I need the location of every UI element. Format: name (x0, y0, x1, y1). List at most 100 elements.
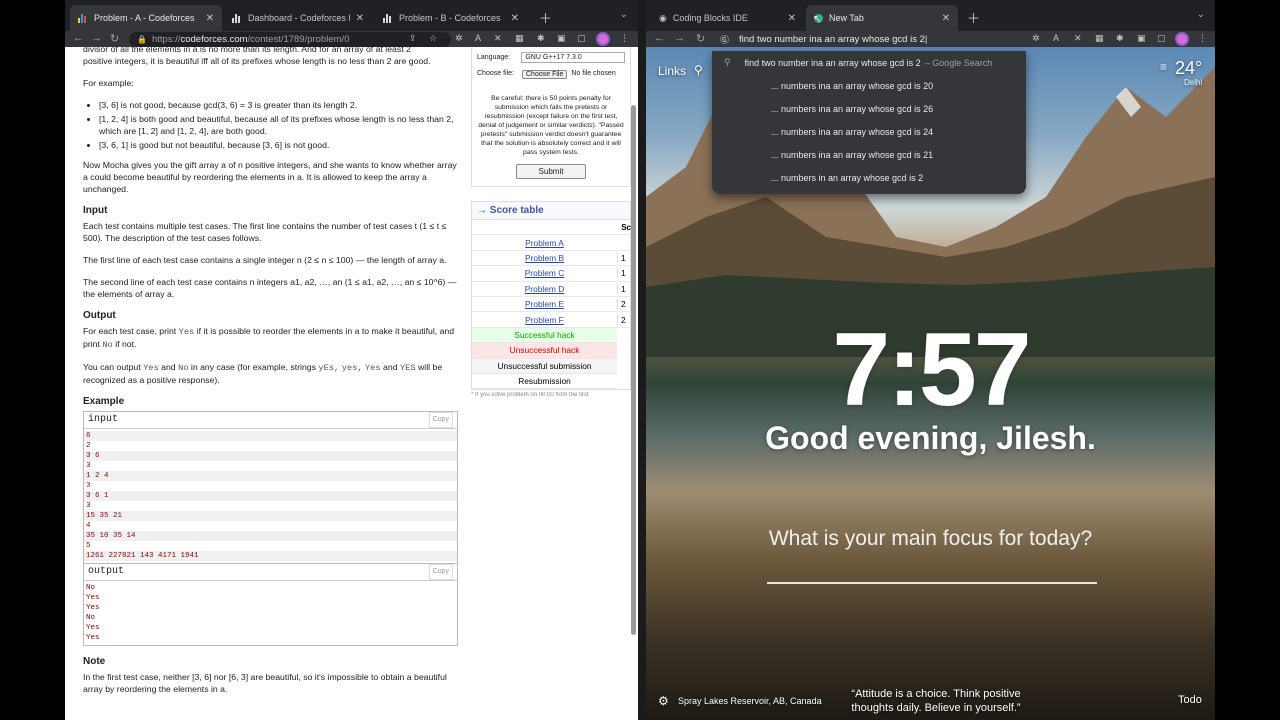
mouse-cursor-icon: ↖ (813, 14, 822, 25)
focus-input[interactable] (767, 582, 1097, 584)
mocha-paragraph: Now Mocha gives you the gift array a of … (83, 160, 457, 194)
scrollbar[interactable] (631, 105, 636, 635)
new-tab-icon[interactable]: ＋ (967, 8, 980, 27)
forward-icon[interactable]: → (674, 32, 685, 44)
sidebar-icon[interactable]: ▣ (1137, 33, 1146, 44)
mute-icon[interactable]: ✕ (494, 33, 502, 44)
search-input[interactable]: find two number ina an array whose gcd i… (739, 34, 925, 45)
tab-search-icon[interactable]: ▢ (577, 33, 586, 44)
chevron-down-icon[interactable]: ⌄ (620, 9, 628, 20)
tab-new-tab[interactable]: New Tab ✕ (806, 5, 958, 31)
codeforces-icon (383, 13, 393, 23)
quote[interactable]: “Attitude is a choice. Think positive th… (826, 687, 1046, 715)
close-icon[interactable]: ✕ (206, 13, 214, 24)
submit-button[interactable]: Submit (515, 164, 587, 179)
puzzle-icon[interactable]: ✱ (1116, 33, 1124, 44)
settings-gear-icon[interactable]: ⚙ (658, 694, 669, 708)
suggestion-text: ... numbers ina an array whose gcd is 26 (771, 103, 934, 114)
close-icon[interactable]: ✕ (356, 13, 364, 24)
text: if not. (115, 339, 137, 349)
menu-icon[interactable]: ⋮ (1198, 33, 1207, 44)
close-icon[interactable]: ✕ (788, 13, 796, 24)
problem-link[interactable]: Problem A (472, 238, 617, 248)
temperature[interactable]: 24° (1175, 58, 1202, 79)
suggestion-item[interactable]: ... numbers ina an array whose gcd is 21 (712, 143, 1026, 166)
score-footnote: * If you solve problem on 00:00 from the… (471, 392, 589, 399)
tab-problem-a[interactable]: Problem - A - Codeforces ✕ (70, 5, 222, 31)
star-icon[interactable]: ☆ (429, 33, 437, 44)
extension-gear-icon[interactable]: ✲ (1032, 33, 1040, 44)
for-example-text: For example: (83, 78, 134, 88)
problem-link[interactable]: Problem C (472, 268, 617, 278)
copy-input-button[interactable]: Copy (428, 412, 453, 428)
output-line: No (86, 614, 96, 622)
example-input-lines[interactable]: 623 631 2 433 6 1 3 15 35 21 4 35 10 35 14 5 1… (84, 429, 457, 563)
input-title: input (88, 414, 119, 425)
extension-icon[interactable]: ▦ (515, 33, 524, 44)
address-bar[interactable]: 🔒 https://codeforces.com/contest/1789/pr… (129, 32, 451, 47)
copy-output-button[interactable]: Copy (428, 564, 453, 580)
language-select[interactable]: GNU G++17 7.3.0 (521, 51, 625, 63)
output-line: No (86, 584, 96, 592)
avatar[interactable] (596, 32, 610, 46)
problem-link[interactable]: Problem B (472, 253, 617, 263)
new-tab-icon[interactable]: ＋ (539, 8, 552, 27)
forward-icon[interactable]: → (91, 32, 102, 44)
suggestion-item[interactable]: ... numbers in an array whose gcd is 2 (712, 166, 1026, 189)
suggestion-item[interactable]: ⚲ find two number ina an array whose gcd … (712, 51, 1026, 74)
tab-coding-blocks[interactable]: ◉ Coding Blocks IDE ✕ (651, 5, 804, 31)
avatar[interactable] (1175, 32, 1189, 46)
problem-page: divisor of all the elements in a is no m… (65, 47, 638, 720)
score-row: Problem B1 (472, 251, 632, 267)
search-icon[interactable]: ⚲ (694, 63, 703, 77)
problem-link[interactable]: Problem E (472, 299, 617, 309)
extension-gear-icon[interactable]: ✲ (455, 33, 463, 44)
problem-link[interactable]: Problem D (472, 284, 617, 294)
chevron-down-icon[interactable]: ⌄ (1197, 9, 1205, 20)
links-button[interactable]: Links (658, 64, 686, 78)
suggestion-text: ... numbers in an array whose gcd is 2 (771, 172, 924, 183)
problem-statement: divisor of all the elements in a is no m… (83, 47, 458, 705)
extension-icon[interactable]: ▦ (1095, 33, 1104, 44)
input-line: 6 (84, 431, 457, 441)
share-icon[interactable]: ⇪ (409, 33, 417, 44)
input-paragraph-2: The first line of each test case contain… (83, 255, 447, 265)
code-yes: yes, (341, 363, 363, 373)
reload-icon[interactable]: ↻ (110, 32, 119, 45)
reload-icon[interactable]: ↻ (696, 32, 705, 45)
suggestion-item[interactable]: ... numbers ina an array whose gcd is 24 (712, 120, 1026, 143)
address-bar[interactable]: Ⓖ find two number ina an array whose gcd… (712, 32, 1026, 47)
suggestion-item[interactable]: ... numbers ina an array whose gcd is 26 (712, 97, 1026, 120)
tab-search-icon[interactable]: ▢ (1157, 33, 1166, 44)
suggestion-list: ⚲ find two number ina an array whose gcd … (712, 51, 1026, 189)
problem-link[interactable]: Problem F (472, 315, 617, 325)
photo-location[interactable]: Spray Lakes Reservoir, AB, Canada (678, 696, 822, 706)
penalty-warning: Be careful: there is 50 points penalty f… (478, 95, 624, 156)
menu-icon[interactable]: ⋮ (620, 33, 629, 44)
suggestion-item[interactable]: ... numbers ina an array whose gcd is 20 (712, 74, 1026, 97)
output-paragraph-2: You can output Yes and No in any case (f… (83, 361, 458, 386)
close-icon[interactable]: ✕ (511, 13, 519, 24)
mute-icon[interactable]: ✕ (1074, 33, 1082, 44)
choose-file-button[interactable]: Choose File (522, 70, 568, 79)
font-icon[interactable]: A (475, 33, 481, 43)
submit-sidebar: Language: GNU G++17 7.3.0 Choose file: C… (471, 47, 632, 399)
window-divider[interactable] (638, 0, 646, 720)
tab-problem-b[interactable]: Problem - B - Codeforces ✕ (375, 5, 527, 31)
puzzle-icon[interactable]: ✱ (537, 33, 545, 44)
greeting: Good evening, Jilesh. (765, 420, 1096, 456)
back-icon[interactable]: ← (654, 32, 665, 44)
score-rows: Problem A Problem B 1 Problem C 1 Problem D1P… (472, 235, 632, 328)
tab-strip: Problem - A - Codeforces ✕ Dashboard - C… (65, 0, 638, 31)
tab-dashboard[interactable]: Dashboard - Codeforces Roun ✕ (224, 5, 372, 31)
close-icon[interactable]: ✕ (942, 13, 950, 24)
example-output-lines[interactable]: No Yes Yes No Yes Yes (84, 581, 457, 645)
statement-intro-1: divisor of all the elements in a is no m… (83, 47, 411, 54)
sidebar-icon[interactable]: ▣ (557, 33, 566, 44)
back-icon[interactable]: ← (73, 32, 84, 44)
resubmission: Resubmission (472, 374, 617, 390)
font-icon[interactable]: A (1053, 33, 1059, 43)
code-yes: Yes (178, 327, 195, 337)
text: and (383, 362, 398, 372)
todo-button[interactable]: Todo (1178, 694, 1202, 706)
